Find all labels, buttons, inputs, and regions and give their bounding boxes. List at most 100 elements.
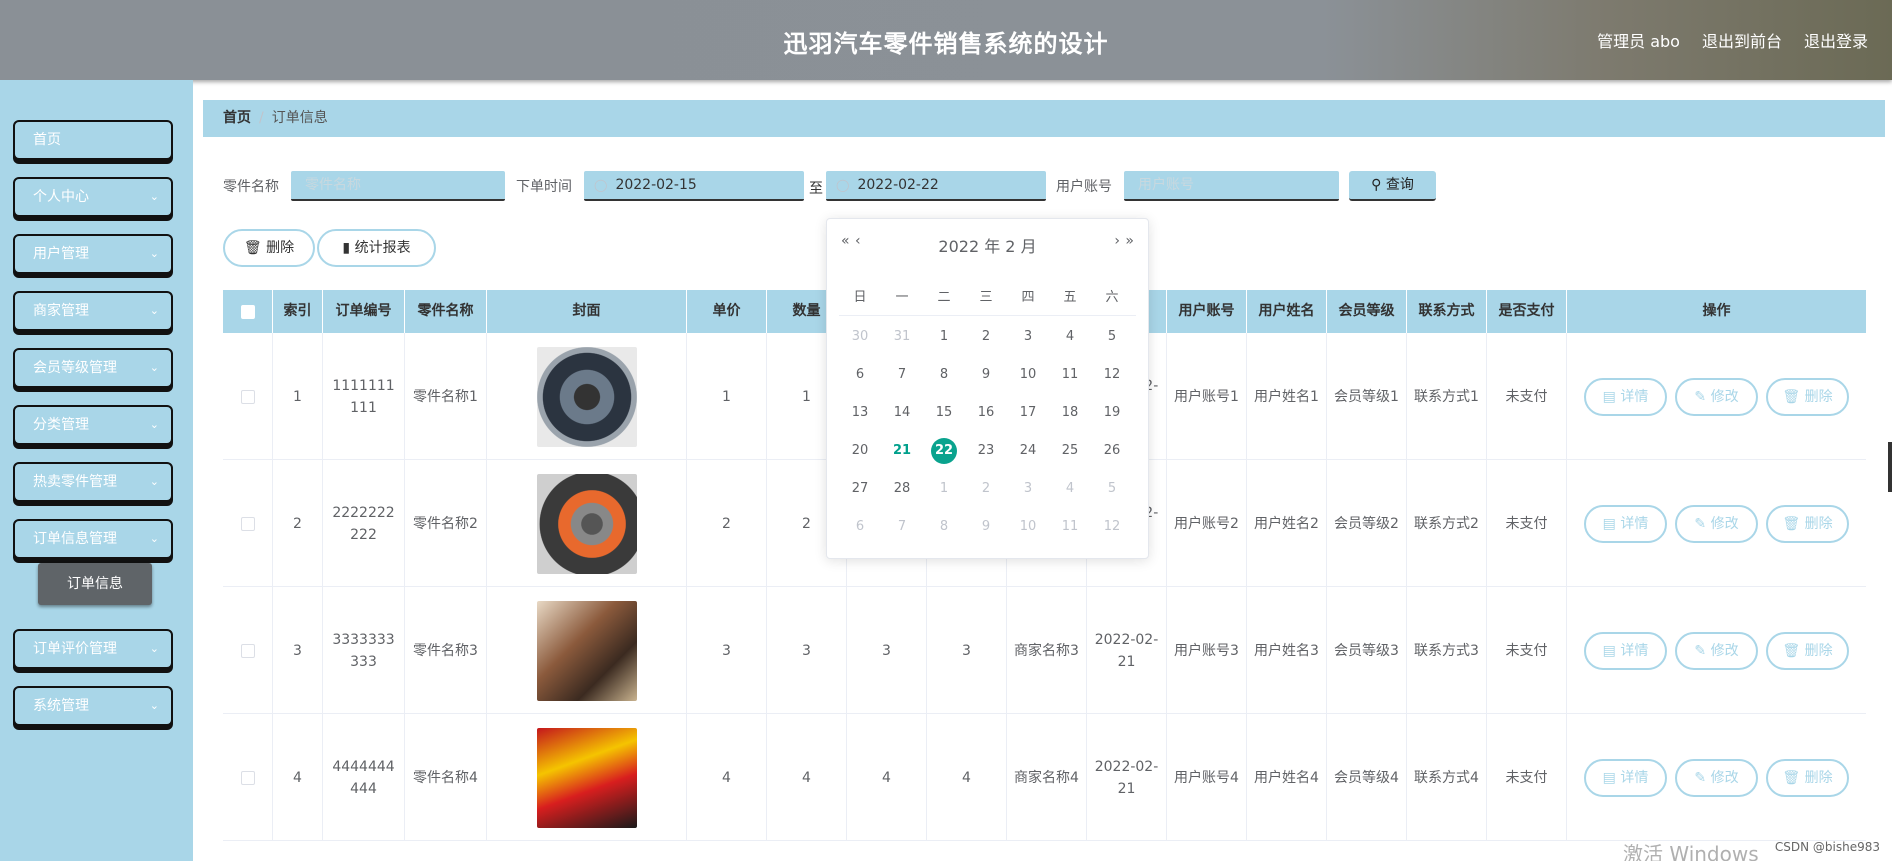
sidebar-item-orders[interactable]: 订单信息管理 ⌄ — [13, 519, 173, 559]
detail-button[interactable]: ▤ 详情 — [1584, 377, 1667, 416]
document-icon: ▤ — [1602, 769, 1616, 786]
edit-button[interactable]: ✎ 修改 — [1675, 758, 1758, 797]
calendar-day[interactable]: 31 — [881, 322, 923, 352]
calendar-day[interactable]: 1 — [923, 474, 965, 504]
calendar-day[interactable]: 27 — [839, 474, 881, 504]
chevron-down-icon: ⌄ — [149, 475, 159, 488]
detail-button[interactable]: ▤ 详情 — [1584, 504, 1667, 543]
cell-price: 1 — [687, 333, 767, 460]
part-name-input[interactable]: 零件名称 — [291, 171, 505, 201]
cell-paid: 未支付 — [1487, 460, 1567, 587]
calendar-day[interactable]: 9 — [965, 512, 1007, 542]
calendar-day[interactable]: 30 — [839, 322, 881, 352]
calendar-day[interactable]: 20 — [839, 436, 881, 466]
calendar-day[interactable]: 16 — [965, 398, 1007, 428]
detail-button[interactable]: ▤ 详情 — [1584, 631, 1667, 670]
start-date-input[interactable]: ◯ 2022-02-15 — [584, 171, 804, 201]
row-checkbox[interactable] — [240, 516, 255, 531]
to-front-link[interactable]: 退出到前台 — [1702, 28, 1782, 52]
sidebar-item-users[interactable]: 用户管理 ⌄ — [13, 234, 173, 274]
calendar-day[interactable]: 12 — [1091, 360, 1133, 390]
edit-button[interactable]: ✎ 修改 — [1675, 631, 1758, 670]
calendar-day[interactable]: 3 — [1007, 474, 1049, 504]
sidebar-item-personal[interactable]: 个人中心 ⌄ — [13, 177, 173, 217]
calendar-day[interactable]: 6 — [839, 360, 881, 390]
calendar-day[interactable]: 24 — [1007, 436, 1049, 466]
row-delete-button[interactable]: 🗑 删除 — [1766, 758, 1849, 797]
sidebar-item-home[interactable]: 首页 — [13, 120, 173, 160]
calendar-day[interactable]: 11 — [1049, 512, 1091, 542]
calendar-day[interactable]: 3 — [1007, 322, 1049, 352]
row-delete-button-label: 删除 — [1804, 388, 1833, 405]
scrollbar-thumb[interactable] — [1888, 442, 1892, 492]
next-year-icon[interactable]: » — [1125, 233, 1134, 249]
next-month-icon[interactable]: › — [1114, 233, 1120, 249]
cell-contact: 联系方式4 — [1407, 714, 1487, 841]
calendar-day[interactable]: 17 — [1007, 398, 1049, 428]
report-button[interactable]: ▮ 统计报表 — [317, 229, 436, 267]
calendar-day[interactable]: 1 — [923, 322, 965, 352]
calendar-day[interactable]: 7 — [881, 512, 923, 542]
calendar-day[interactable]: 28 — [881, 474, 923, 504]
row-delete-button[interactable]: 🗑 删除 — [1766, 377, 1849, 416]
calendar-day[interactable]: 15 — [923, 398, 965, 428]
calendar-day[interactable]: 13 — [839, 398, 881, 428]
admin-name[interactable]: 管理员 abo — [1597, 28, 1680, 52]
calendar-day[interactable]: 2 — [965, 322, 1007, 352]
cell-paid: 未支付 — [1487, 587, 1567, 714]
calendar-day[interactable]: 8 — [923, 512, 965, 542]
delete-button[interactable]: 🗑 删除 — [223, 229, 315, 267]
end-date-input[interactable]: ◯ 2022-02-22 — [826, 171, 1046, 201]
row-checkbox[interactable] — [240, 770, 255, 785]
calendar-day[interactable]: 9 — [965, 360, 1007, 390]
sidebar-item-member-levels[interactable]: 会员等级管理 ⌄ — [13, 348, 173, 388]
select-all-checkbox[interactable] — [240, 304, 255, 319]
edit-button[interactable]: ✎ 修改 — [1675, 504, 1758, 543]
detail-button[interactable]: ▤ 详情 — [1584, 758, 1667, 797]
calendar-day[interactable]: 6 — [839, 512, 881, 542]
calendar-day[interactable]: 23 — [965, 436, 1007, 466]
logout-link[interactable]: 退出登录 — [1804, 28, 1868, 52]
calendar-day[interactable]: 12 — [1091, 512, 1133, 542]
calendar-day[interactable]: 25 — [1049, 436, 1091, 466]
weekday-label: 三 — [979, 290, 993, 305]
calendar-day[interactable]: 10 — [1007, 360, 1049, 390]
sidebar-item-system[interactable]: 系统管理 ⌄ — [13, 686, 173, 726]
calendar-day[interactable]: 19 — [1091, 398, 1133, 428]
windows-watermark: 激活 Windows — [1623, 842, 1759, 861]
row-checkbox[interactable] — [240, 643, 255, 658]
calendar-day[interactable]: 5 — [1091, 322, 1133, 352]
sidebar-item-categories[interactable]: 分类管理 ⌄ — [13, 405, 173, 445]
calendar-day[interactable]: 8 — [923, 360, 965, 390]
calendar-day[interactable]: 5 — [1091, 474, 1133, 504]
sidebar-item-hot-parts[interactable]: 热卖零件管理 ⌄ — [13, 462, 173, 502]
calendar-day[interactable]: 11 — [1049, 360, 1091, 390]
calendar-day[interactable]: 4 — [1049, 322, 1091, 352]
calendar-day[interactable]: 2 — [965, 474, 1007, 504]
edit-button[interactable]: ✎ 修改 — [1675, 377, 1758, 416]
calendar-day[interactable]: 14 — [881, 398, 923, 428]
calendar-day[interactable]: 21 — [881, 436, 923, 466]
start-date-value: 2022-02-15 — [615, 177, 697, 193]
row-delete-button[interactable]: 🗑 删除 — [1766, 504, 1849, 543]
col-price: 单价 — [687, 290, 767, 333]
query-button[interactable]: ⚲ 查询 — [1349, 171, 1436, 201]
calendar-day[interactable]: 4 — [1049, 474, 1091, 504]
calendar-day[interactable]: 26 — [1091, 436, 1133, 466]
calendar-day[interactable]: 10 — [1007, 512, 1049, 542]
calendar-day[interactable]: 7 — [881, 360, 923, 390]
calendar-icon: ◯ — [836, 178, 850, 192]
user-account-input[interactable]: 用户账号 — [1124, 171, 1339, 201]
calendar-day[interactable]: 18 — [1049, 398, 1091, 428]
submenu-order-info[interactable]: 订单信息 — [38, 563, 152, 605]
breadcrumb-home[interactable]: 首页 — [223, 110, 251, 126]
cell-level: 会员等级4 — [1327, 714, 1407, 841]
row-checkbox[interactable] — [240, 389, 255, 404]
document-icon: ▤ — [1602, 515, 1616, 532]
row-delete-button[interactable]: 🗑 删除 — [1766, 631, 1849, 670]
end-date-value: 2022-02-22 — [857, 177, 939, 193]
table-cell — [223, 587, 273, 714]
calendar-day[interactable]: 22 — [923, 436, 965, 466]
sidebar-item-reviews[interactable]: 订单评价管理 ⌄ — [13, 629, 173, 669]
sidebar-item-merchants[interactable]: 商家管理 ⌄ — [13, 291, 173, 331]
